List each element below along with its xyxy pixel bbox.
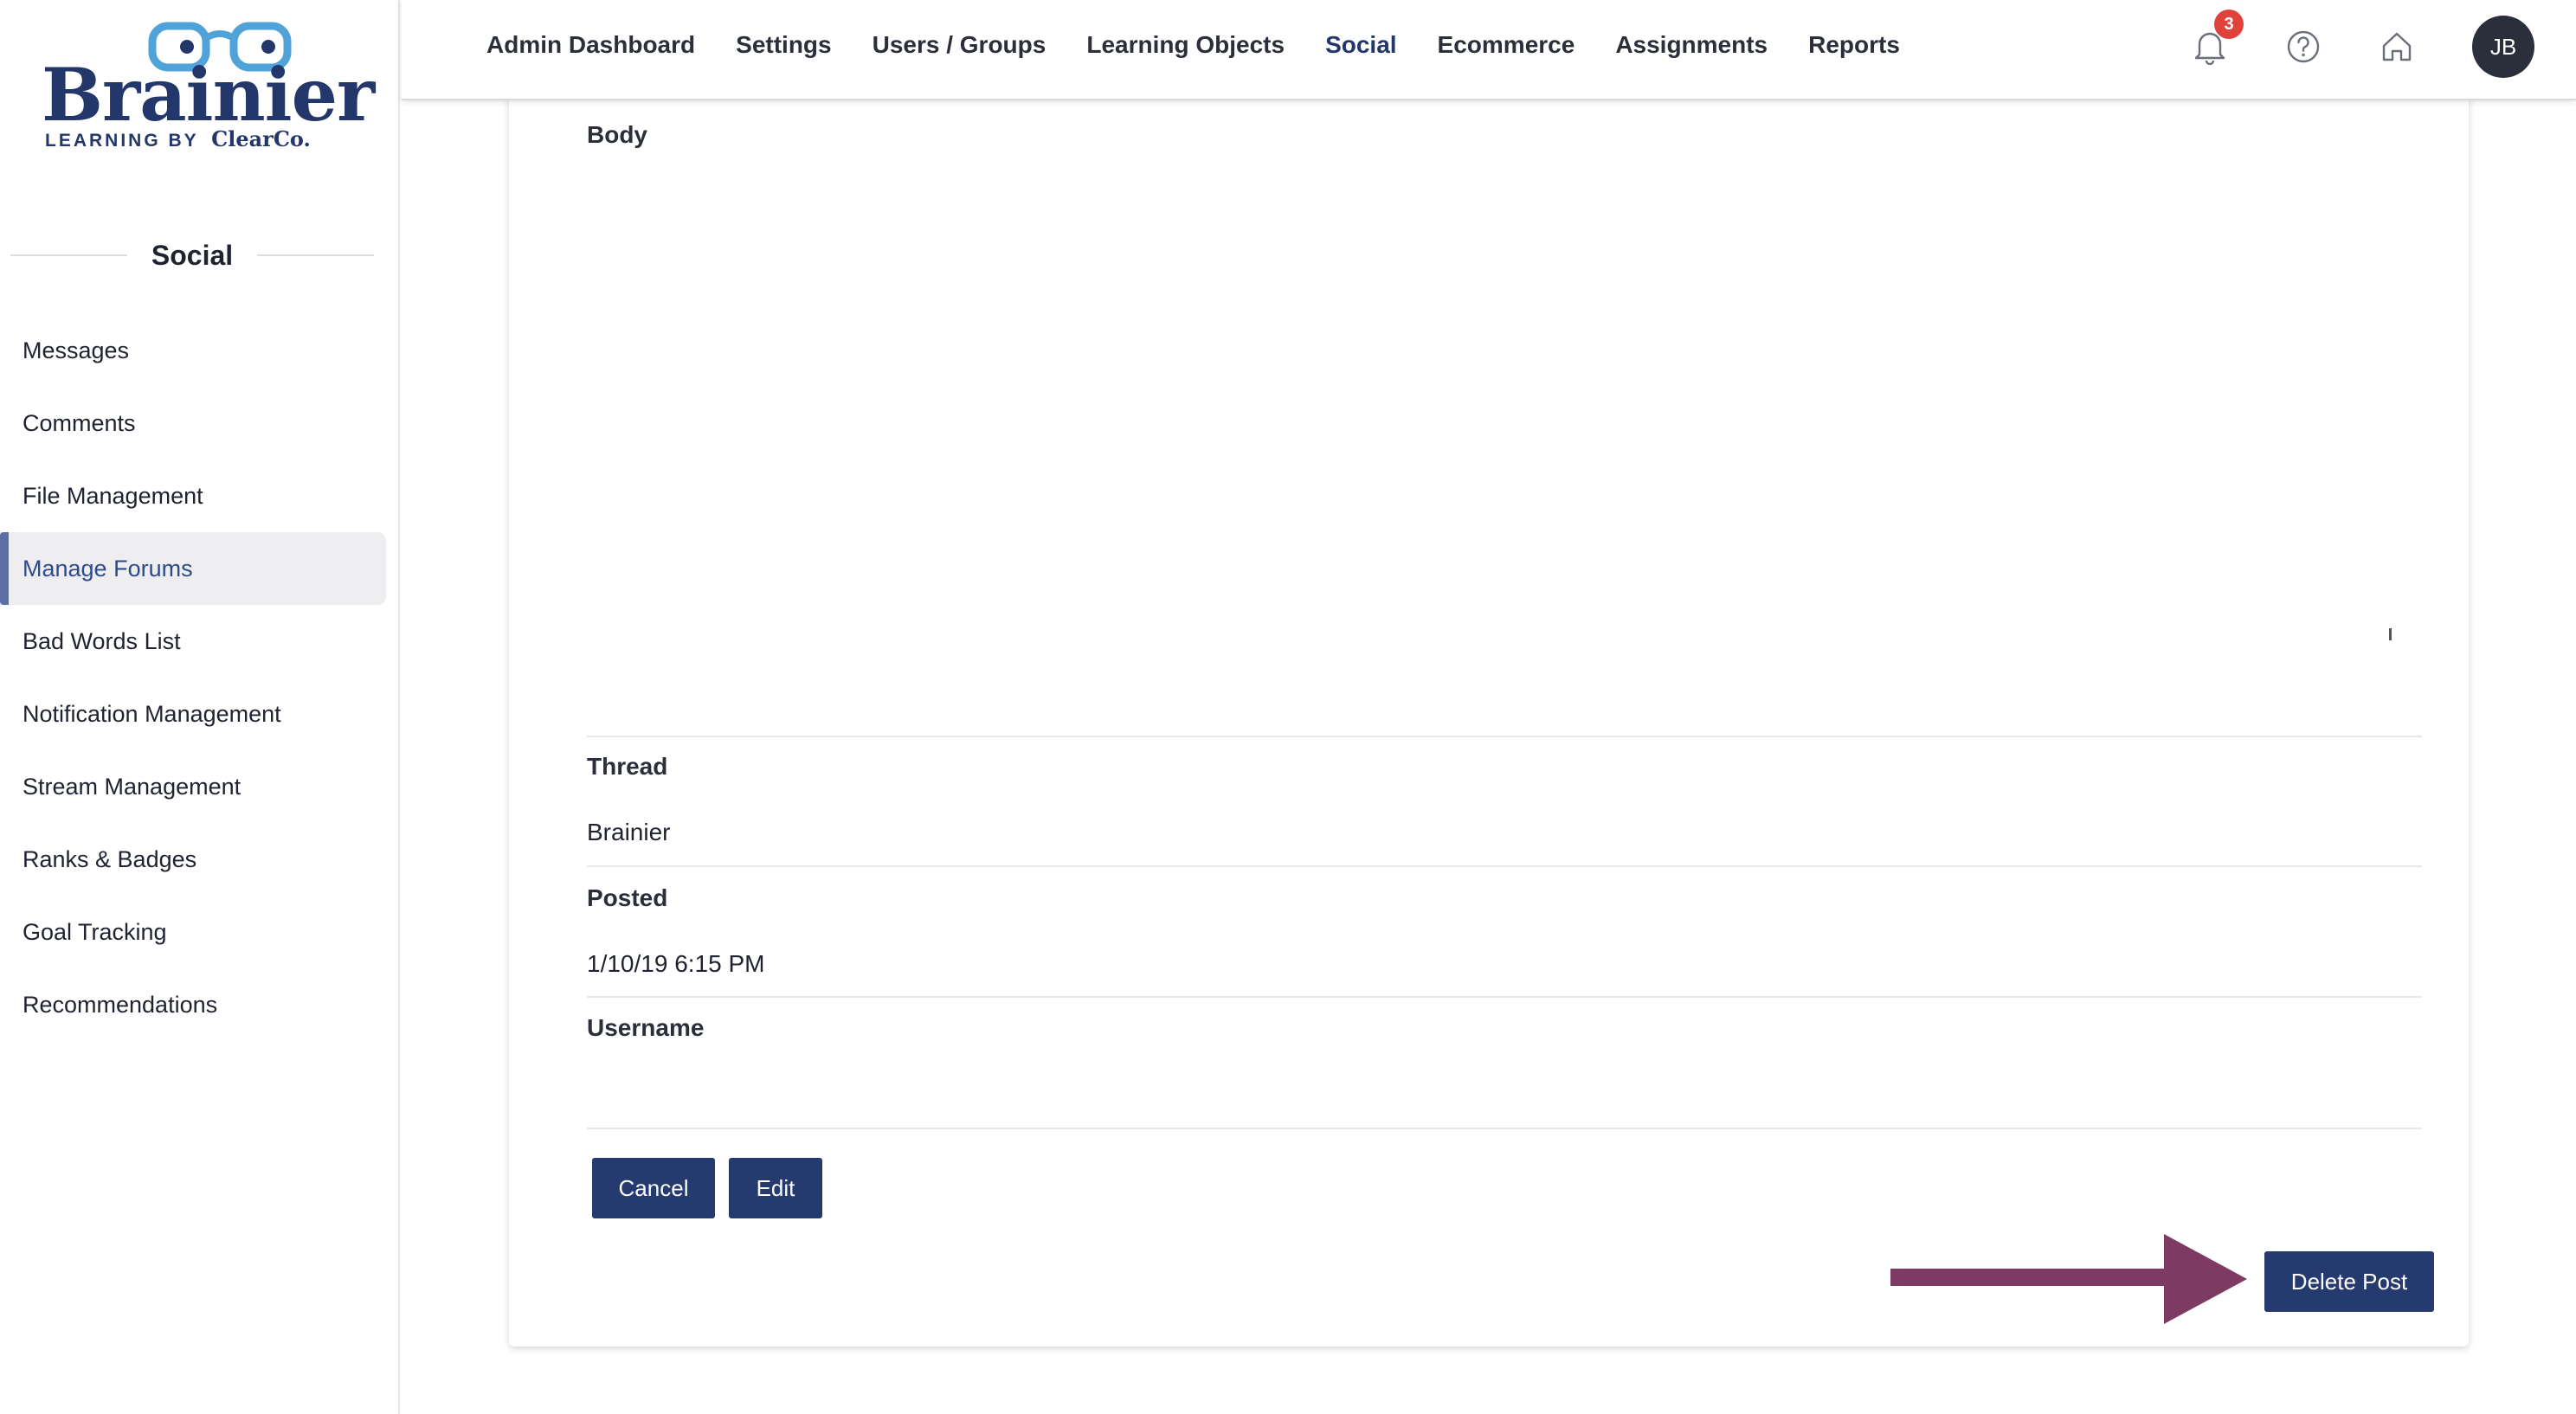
text-cursor xyxy=(2389,628,2392,640)
cancel-button[interactable]: Cancel xyxy=(592,1158,715,1218)
nav-settings[interactable]: Settings xyxy=(736,31,831,59)
sidebar-item-ranks-badges[interactable]: Ranks & Badges xyxy=(0,823,386,896)
sidebar-item-notification-management[interactable]: Notification Management xyxy=(0,678,386,750)
notification-count-badge: 3 xyxy=(2214,10,2244,39)
delete-post-button[interactable]: Delete Post xyxy=(2264,1251,2434,1312)
nav-admin-dashboard[interactable]: Admin Dashboard xyxy=(486,31,695,59)
logo-tagline-text: LEARNING BY xyxy=(45,131,199,151)
header-actions: 3 JB xyxy=(2192,10,2534,78)
thread-divider xyxy=(587,865,2422,867)
help-icon xyxy=(2287,30,2320,63)
sidebar: Brainier LEARNING BY ClearCo. Social Mes… xyxy=(0,0,400,1414)
sidebar-item-goal-tracking[interactable]: Goal Tracking xyxy=(0,896,386,968)
nav-learning-objects[interactable]: Learning Objects xyxy=(1086,31,1285,59)
nav-reports[interactable]: Reports xyxy=(1808,31,1900,59)
sidebar-item-stream-management[interactable]: Stream Management xyxy=(0,750,386,823)
user-avatar[interactable]: JB xyxy=(2472,16,2534,78)
posted-value: 1/10/19 6:15 PM xyxy=(587,950,765,977)
thread-label: Thread xyxy=(587,753,668,780)
nav-ecommerce[interactable]: Ecommerce xyxy=(1438,31,1575,59)
post-detail-card: Body Thread Brainier Posted 1/10/19 6:15… xyxy=(509,52,2469,1347)
top-navigation-bar: Admin Dashboard Settings Users / Groups … xyxy=(402,0,2576,100)
body-label: Body xyxy=(587,121,647,148)
sidebar-item-bad-words-list[interactable]: Bad Words List xyxy=(0,605,386,678)
sidebar-section-heading: Social xyxy=(10,234,375,277)
posted-label: Posted xyxy=(587,884,668,911)
username-divider xyxy=(587,1128,2422,1129)
notifications-button[interactable]: 3 xyxy=(2192,10,2244,65)
nav-users-groups[interactable]: Users / Groups xyxy=(873,31,1046,59)
heading-divider-left xyxy=(10,254,127,256)
sidebar-nav: Messages Comments File Management Manage… xyxy=(0,314,386,1041)
home-button[interactable] xyxy=(2379,29,2415,65)
nav-assignments[interactable]: Assignments xyxy=(1615,31,1768,59)
logo-tagline: LEARNING BY ClearCo. xyxy=(45,126,311,151)
username-label: Username xyxy=(587,1014,705,1041)
logo-brand: ClearCo. xyxy=(211,126,311,151)
brainier-logo[interactable]: Brainier LEARNING BY ClearCo. xyxy=(42,21,375,159)
main-menu: Admin Dashboard Settings Users / Groups … xyxy=(486,0,1900,90)
help-button[interactable] xyxy=(2285,29,2322,65)
sidebar-item-recommendations[interactable]: Recommendations xyxy=(0,968,386,1041)
edit-button[interactable]: Edit xyxy=(729,1158,822,1218)
thread-value: Brainier xyxy=(587,819,671,845)
sidebar-item-file-management[interactable]: File Management xyxy=(0,460,386,532)
sidebar-item-messages[interactable]: Messages xyxy=(0,314,386,387)
sidebar-section-title: Social xyxy=(151,239,234,271)
pointer-arrow-icon xyxy=(1890,1234,2247,1324)
sidebar-item-manage-forums[interactable]: Manage Forums xyxy=(0,532,386,605)
logo-wordmark: Brainier xyxy=(42,52,375,138)
sidebar-item-comments[interactable]: Comments xyxy=(0,387,386,460)
body-divider xyxy=(587,736,2422,737)
home-icon xyxy=(2382,32,2412,61)
nav-social[interactable]: Social xyxy=(1325,31,1396,59)
heading-divider-right xyxy=(257,254,375,256)
posted-divider xyxy=(587,996,2422,998)
